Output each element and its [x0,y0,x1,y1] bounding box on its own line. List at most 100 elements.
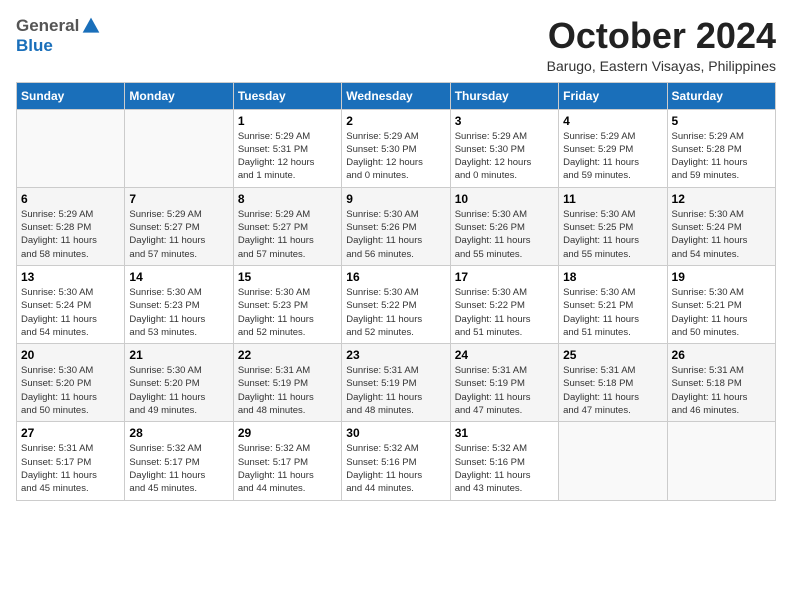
header-thursday: Thursday [450,82,558,109]
day-detail: Sunrise: 5:30 AM Sunset: 5:25 PM Dayligh… [563,208,662,261]
calendar-cell: 14 Sunrise: 5:30 AM Sunset: 5:23 PM Dayli… [125,265,233,343]
calendar-cell: 19Sunrise: 5:30 AM Sunset: 5:21 PM Dayli… [667,265,775,343]
day-detail: Sunrise: 5:30 AM Sunset: 5:26 PM Dayligh… [455,208,554,261]
calendar-cell: 4 Sunrise: 5:29 AM Sunset: 5:29 PM Daylig… [559,109,667,187]
day-number: 12 [672,192,771,206]
calendar-cell: 17Sunrise: 5:30 AM Sunset: 5:22 PM Dayli… [450,265,558,343]
day-detail: Sunrise: 5:29 AM Sunset: 5:28 PM Dayligh… [672,130,771,183]
calendar-cell: 24Sunrise: 5:31 AM Sunset: 5:19 PM Dayli… [450,344,558,422]
day-number: 27 [21,426,120,440]
calendar-cell: 26 Sunrise: 5:31 AM Sunset: 5:18 PM Dayli… [667,344,775,422]
calendar-cell: 11 Sunrise: 5:30 AM Sunset: 5:25 PM Dayli… [559,187,667,265]
calendar-week-row: 1Sunrise: 5:29 AM Sunset: 5:31 PM Daylig… [17,109,776,187]
day-detail: Sunrise: 5:29 AM Sunset: 5:30 PM Dayligh… [455,130,554,183]
day-number: 6 [21,192,120,206]
calendar-cell: 27Sunrise: 5:31 AM Sunset: 5:17 PM Dayli… [17,422,125,500]
month-title: October 2024 [547,16,776,56]
day-number: 21 [129,348,228,362]
day-number: 13 [21,270,120,284]
calendar-cell: 2 Sunrise: 5:29 AM Sunset: 5:30 PM Daylig… [342,109,450,187]
day-number: 1 [238,114,337,128]
day-detail: Sunrise: 5:30 AM Sunset: 5:22 PM Dayligh… [346,286,445,339]
day-number: 7 [129,192,228,206]
logo: General Blue [16,16,101,56]
calendar-cell: 12 Sunrise: 5:30 AM Sunset: 5:24 PM Dayli… [667,187,775,265]
day-detail: Sunrise: 5:30 AM Sunset: 5:21 PM Dayligh… [563,286,662,339]
calendar-cell: 15Sunrise: 5:30 AM Sunset: 5:23 PM Dayli… [233,265,341,343]
day-detail: Sunrise: 5:29 AM Sunset: 5:27 PM Dayligh… [238,208,337,261]
day-detail: Sunrise: 5:31 AM Sunset: 5:18 PM Dayligh… [563,364,662,417]
calendar-cell [559,422,667,500]
day-number: 19 [672,270,771,284]
calendar-cell: 13Sunrise: 5:30 AM Sunset: 5:24 PM Dayli… [17,265,125,343]
header-saturday: Saturday [667,82,775,109]
day-detail: Sunrise: 5:31 AM Sunset: 5:19 PM Dayligh… [346,364,445,417]
day-detail: Sunrise: 5:30 AM Sunset: 5:20 PM Dayligh… [21,364,120,417]
calendar-cell: 7 Sunrise: 5:29 AM Sunset: 5:27 PM Daylig… [125,187,233,265]
day-number: 20 [21,348,120,362]
day-number: 8 [238,192,337,206]
day-number: 9 [346,192,445,206]
day-number: 2 [346,114,445,128]
calendar-cell: 23 Sunrise: 5:31 AM Sunset: 5:19 PM Dayli… [342,344,450,422]
calendar-table: SundayMondayTuesdayWednesdayThursdayFrid… [16,82,776,501]
calendar-cell: 29Sunrise: 5:32 AM Sunset: 5:17 PM Dayli… [233,422,341,500]
calendar-cell: 20 Sunrise: 5:30 AM Sunset: 5:20 PM Dayli… [17,344,125,422]
calendar-cell: 6 Sunrise: 5:29 AM Sunset: 5:28 PM Daylig… [17,187,125,265]
day-number: 25 [563,348,662,362]
day-detail: Sunrise: 5:30 AM Sunset: 5:20 PM Dayligh… [129,364,228,417]
day-number: 26 [672,348,771,362]
calendar-week-row: 20 Sunrise: 5:30 AM Sunset: 5:20 PM Dayli… [17,344,776,422]
calendar-cell: 22Sunrise: 5:31 AM Sunset: 5:19 PM Dayli… [233,344,341,422]
header-tuesday: Tuesday [233,82,341,109]
calendar-cell: 10 Sunrise: 5:30 AM Sunset: 5:26 PM Dayli… [450,187,558,265]
day-number: 31 [455,426,554,440]
day-detail: Sunrise: 5:29 AM Sunset: 5:28 PM Dayligh… [21,208,120,261]
day-number: 18 [563,270,662,284]
calendar-cell: 31 Sunrise: 5:32 AM Sunset: 5:16 PM Dayli… [450,422,558,500]
calendar-week-row: 27Sunrise: 5:31 AM Sunset: 5:17 PM Dayli… [17,422,776,500]
day-number: 5 [672,114,771,128]
day-detail: Sunrise: 5:29 AM Sunset: 5:27 PM Dayligh… [129,208,228,261]
calendar-week-row: 6 Sunrise: 5:29 AM Sunset: 5:28 PM Daylig… [17,187,776,265]
day-detail: Sunrise: 5:32 AM Sunset: 5:17 PM Dayligh… [129,442,228,495]
calendar-cell: 18 Sunrise: 5:30 AM Sunset: 5:21 PM Dayli… [559,265,667,343]
header-friday: Friday [559,82,667,109]
day-number: 14 [129,270,228,284]
day-number: 23 [346,348,445,362]
day-number: 11 [563,192,662,206]
calendar-cell: 1Sunrise: 5:29 AM Sunset: 5:31 PM Daylig… [233,109,341,187]
day-number: 4 [563,114,662,128]
logo-blue: Blue [16,36,53,55]
day-number: 28 [129,426,228,440]
header-wednesday: Wednesday [342,82,450,109]
day-number: 3 [455,114,554,128]
day-detail: Sunrise: 5:30 AM Sunset: 5:24 PM Dayligh… [672,208,771,261]
day-detail: Sunrise: 5:32 AM Sunset: 5:16 PM Dayligh… [346,442,445,495]
day-detail: Sunrise: 5:29 AM Sunset: 5:30 PM Dayligh… [346,130,445,183]
calendar-cell: 8 Sunrise: 5:29 AM Sunset: 5:27 PM Daylig… [233,187,341,265]
title-block: October 2024 Barugo, Eastern Visayas, Ph… [547,16,776,74]
day-number: 29 [238,426,337,440]
calendar-cell: 3 Sunrise: 5:29 AM Sunset: 5:30 PM Daylig… [450,109,558,187]
calendar-cell: 16Sunrise: 5:30 AM Sunset: 5:22 PM Dayli… [342,265,450,343]
day-detail: Sunrise: 5:30 AM Sunset: 5:22 PM Dayligh… [455,286,554,339]
day-number: 10 [455,192,554,206]
day-detail: Sunrise: 5:29 AM Sunset: 5:29 PM Dayligh… [563,130,662,183]
logo-icon [81,16,101,36]
calendar-cell: 5 Sunrise: 5:29 AM Sunset: 5:28 PM Daylig… [667,109,775,187]
day-detail: Sunrise: 5:32 AM Sunset: 5:16 PM Dayligh… [455,442,554,495]
calendar-cell [17,109,125,187]
calendar-week-row: 13Sunrise: 5:30 AM Sunset: 5:24 PM Dayli… [17,265,776,343]
logo-general: General [16,16,79,36]
calendar-cell: 9 Sunrise: 5:30 AM Sunset: 5:26 PM Daylig… [342,187,450,265]
header-sunday: Sunday [17,82,125,109]
calendar-cell: 21 Sunrise: 5:30 AM Sunset: 5:20 PM Dayli… [125,344,233,422]
day-detail: Sunrise: 5:30 AM Sunset: 5:23 PM Dayligh… [129,286,228,339]
day-detail: Sunrise: 5:31 AM Sunset: 5:18 PM Dayligh… [672,364,771,417]
calendar-cell [125,109,233,187]
day-detail: Sunrise: 5:30 AM Sunset: 5:26 PM Dayligh… [346,208,445,261]
day-number: 22 [238,348,337,362]
calendar-header-row: SundayMondayTuesdayWednesdayThursdayFrid… [17,82,776,109]
header-monday: Monday [125,82,233,109]
